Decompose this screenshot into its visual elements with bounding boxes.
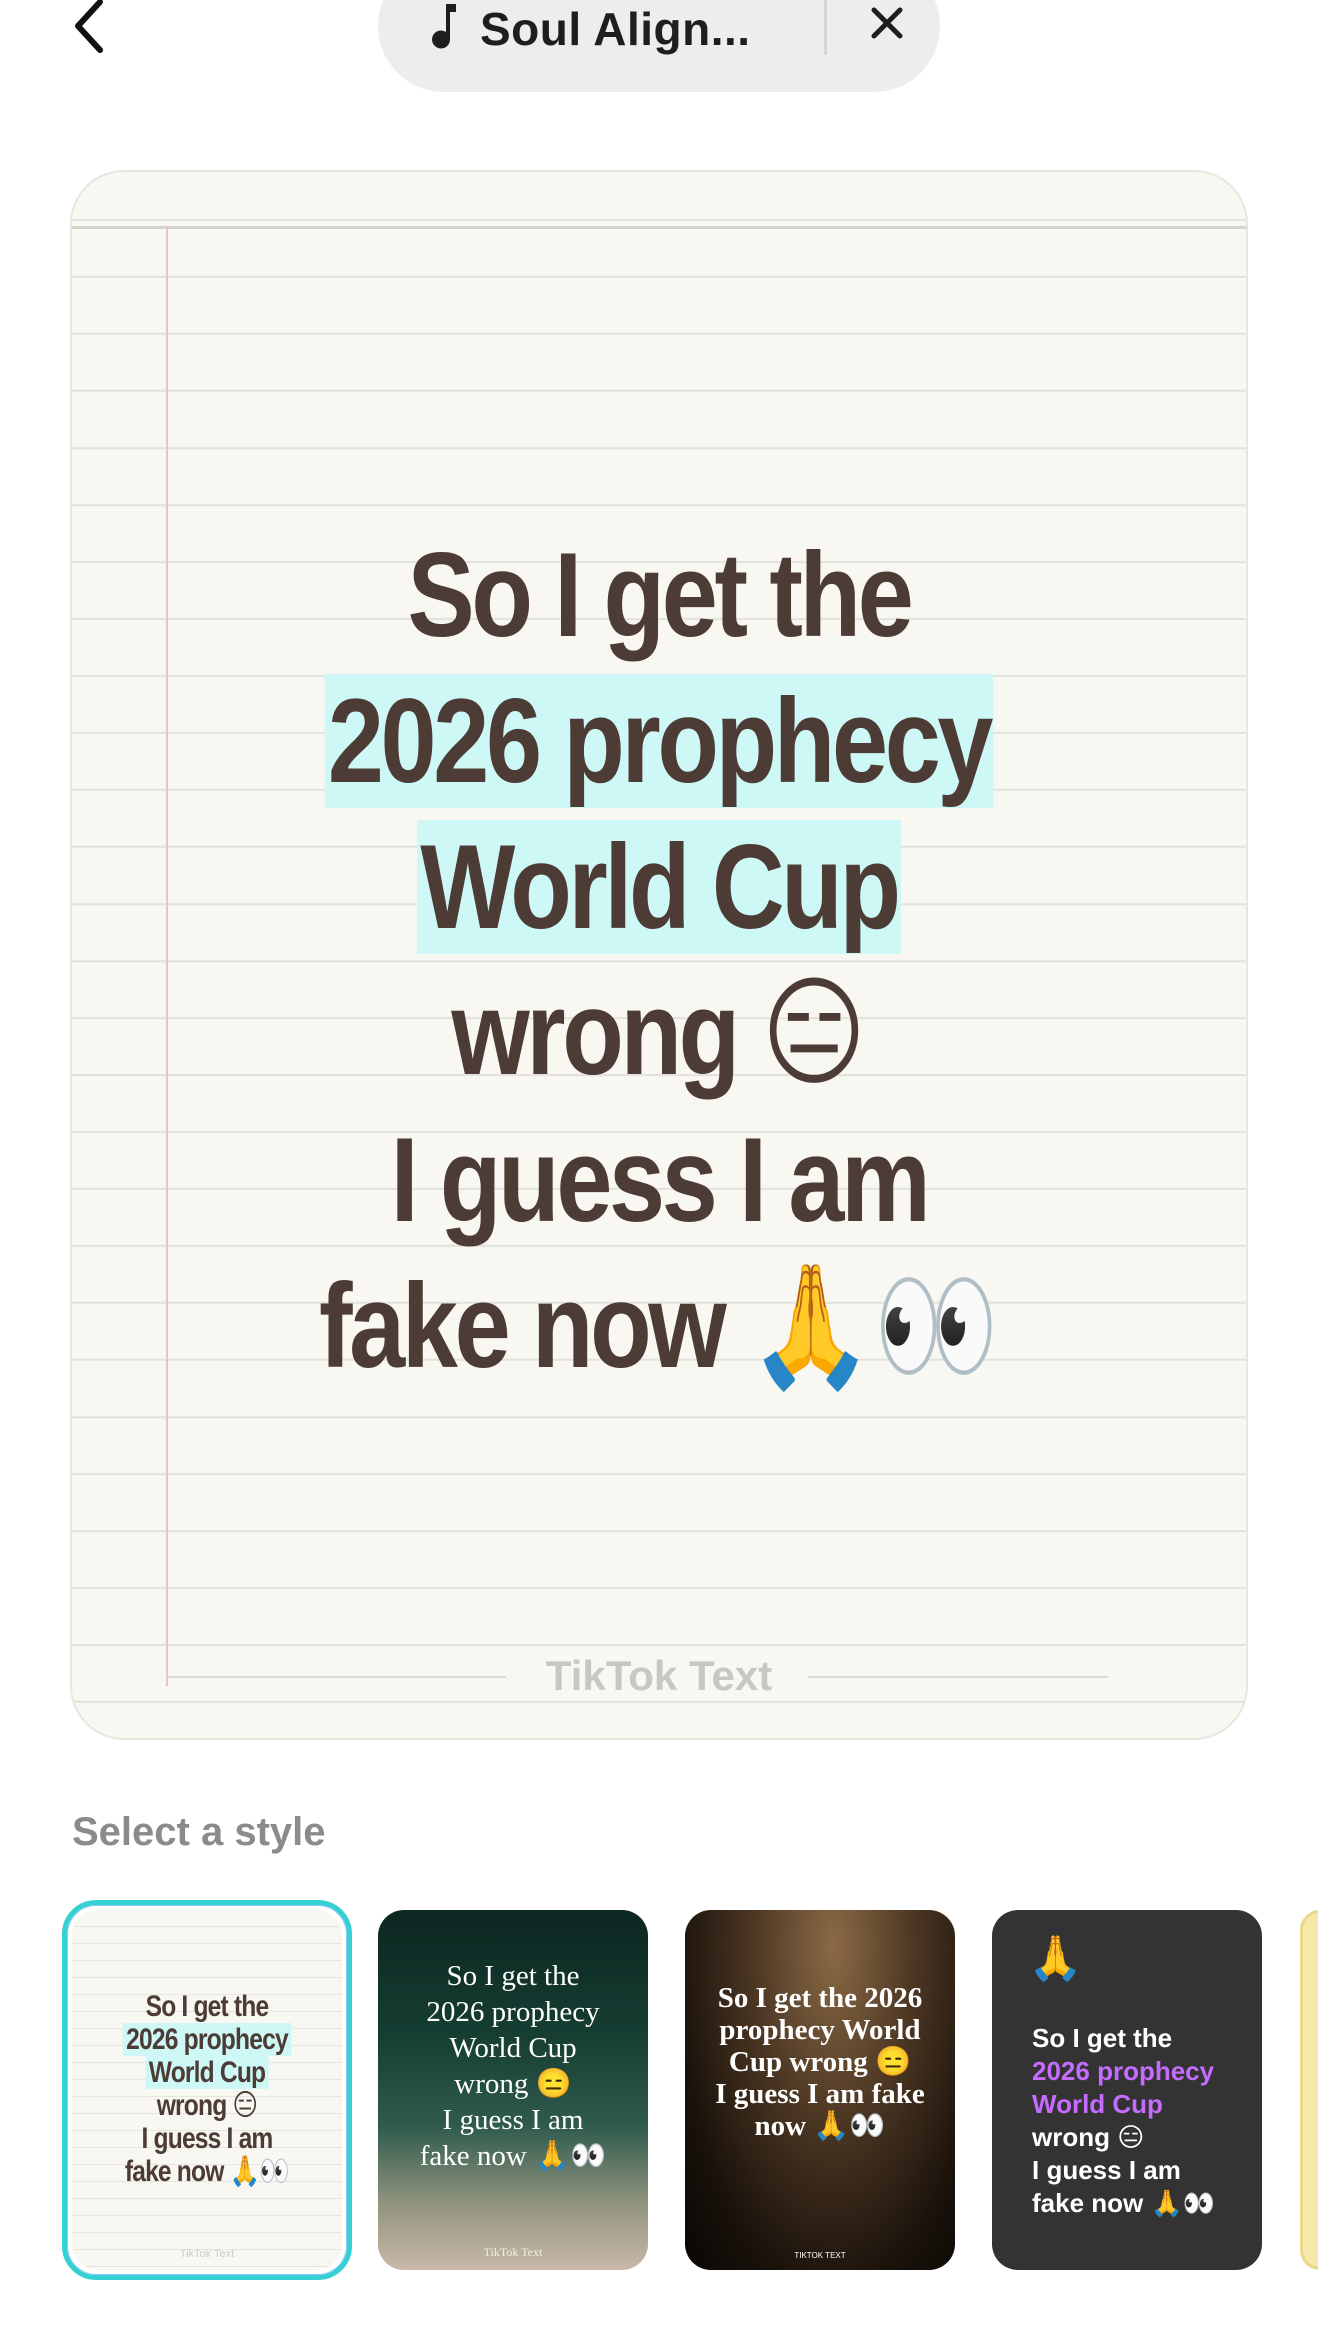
preview-line: 2026 prophecy — [166, 668, 1152, 814]
preview-line: So I get the — [407, 528, 914, 662]
preview-line: World Cup — [166, 814, 1152, 960]
chevron-left-icon — [75, 0, 103, 53]
style-carousel[interactable]: So I get the 2026 prophecy World Cup wro… — [0, 1898, 1318, 2284]
expressionless-emoji: 😑 — [761, 964, 867, 1103]
remove-music-button[interactable] — [856, 0, 916, 52]
music-title: Soul Align... — [480, 3, 751, 55]
style-thumb-dark-purple[interactable]: 🙏 So I get the 2026 prophecy World Cup w… — [992, 1910, 1262, 2270]
preview-line: I guess I am — [390, 1113, 931, 1247]
pray-emoji: 🙏 — [1028, 1934, 1083, 1983]
style-thumb-green-gradient[interactable]: So I get the 2026 prophecy World Cup wro… — [378, 1910, 648, 2270]
thumb-text: So I get the 2026 prophecy World Cup wro… — [419, 1960, 607, 2172]
preview-line: fake now 🙏👀 — [318, 1257, 1000, 1396]
style-thumb-notebook[interactable]: So I get the 2026 prophecy World Cup wro… — [72, 1910, 342, 2270]
preview-line: wrong 😑 — [451, 964, 867, 1103]
highlighted-text: 2026 prophecy — [324, 674, 993, 808]
thumb-text: So I get the 2026 prophecy World Cup wro… — [715, 1982, 925, 2142]
thumb-watermark: TIKTOK TEXT — [794, 2251, 846, 2260]
highlighted-text: World Cup — [416, 820, 901, 954]
music-note-icon — [432, 4, 456, 49]
pray-eyes-emoji: 🙏👀 — [748, 1257, 1000, 1396]
back-button[interactable] — [62, 0, 122, 60]
thumb-watermark: TikTok Text — [179, 2248, 235, 2260]
close-icon — [871, 7, 903, 39]
preview-text: So I get the 2026 prophecy World Cup wro… — [166, 522, 1152, 1400]
watermark-text: TikTok Text — [545, 1652, 773, 1699]
divider — [824, 0, 827, 55]
style-thumb-dark-wood[interactable]: So I get the 2026 prophecy World Cup wro… — [685, 1910, 955, 2270]
style-thumb-yellow[interactable] — [1300, 1910, 1318, 2270]
music-selector[interactable]: Soul Align... — [378, 0, 940, 92]
select-style-label: Select a style — [72, 1810, 326, 1854]
thumb-text: So I get the 2026 prophecy World Cup wro… — [1032, 2023, 1216, 2218]
text-preview-card[interactable]: So I get the 2026 prophecy World Cup wro… — [70, 170, 1248, 1740]
thumb-text: So I get the 2026 prophecy World Cup wro… — [122, 1990, 292, 2188]
watermark: TikTok Text — [72, 1652, 1246, 1702]
notebook-top-rule — [72, 226, 1246, 229]
thumb-watermark: TikTok Text — [483, 2245, 543, 2259]
